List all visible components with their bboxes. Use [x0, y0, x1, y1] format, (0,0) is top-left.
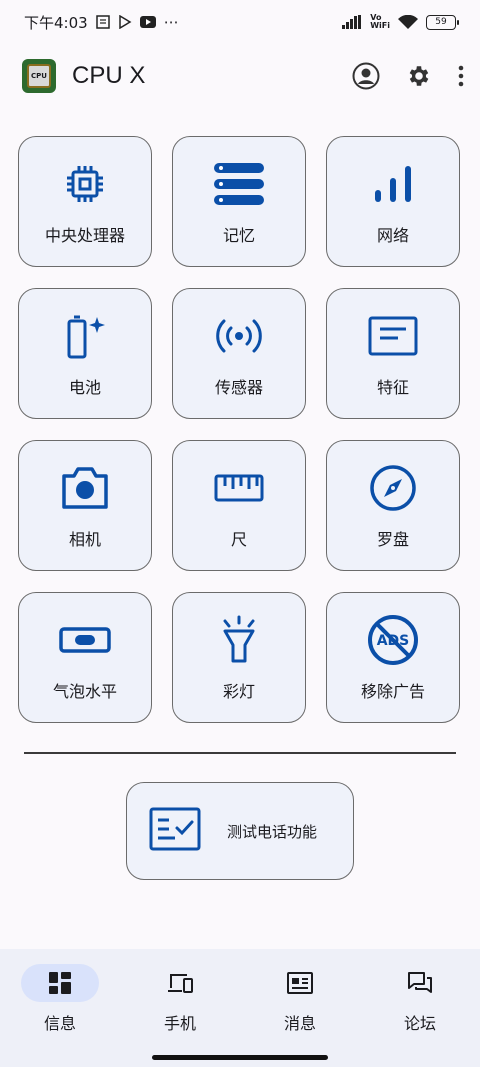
remove-ads-icon: ADS [367, 614, 419, 666]
test-phone-features-button[interactable]: 测试电话功能 [126, 782, 354, 880]
nav-label: 信息 [43, 1014, 76, 1033]
bubble-level-icon [59, 614, 111, 666]
notification-icon [95, 15, 110, 29]
tile-label: 移除广告 [360, 681, 425, 701]
checklist-icon [149, 807, 201, 855]
tile-compass[interactable]: 罗盘 [326, 440, 460, 571]
sensor-icon [213, 310, 265, 362]
account-button[interactable] [352, 62, 380, 90]
ruler-icon [213, 462, 265, 514]
tile-label: 特征 [376, 377, 409, 397]
tile-label: 彩灯 [222, 681, 255, 701]
tile-ruler[interactable]: 尺 [172, 440, 306, 571]
memory-icon [213, 158, 265, 210]
wifi-icon [398, 14, 418, 30]
settings-button[interactable] [406, 63, 432, 89]
gear-icon [409, 66, 429, 86]
status-time: 下午4:03 [24, 13, 88, 32]
tile-network[interactable]: 网络 [326, 136, 460, 267]
tile-label: 尺 [230, 529, 247, 549]
tile-label: 罗盘 [376, 529, 409, 549]
nav-info[interactable]: 信息 [0, 964, 120, 1034]
battery-icon [59, 310, 111, 362]
tile-camera[interactable]: 相机 [18, 440, 152, 571]
nav-forum[interactable]: 论坛 [360, 964, 480, 1034]
vowifi-indicator: Vo WiFi [370, 14, 390, 30]
more-notifications-icon: ⋯ [163, 13, 179, 31]
tile-label: 电池 [68, 377, 101, 397]
tile-label: 网络 [376, 225, 409, 245]
tile-feature[interactable]: 特征 [326, 288, 460, 419]
tile-memory[interactable]: 记忆 [172, 136, 306, 267]
tile-label: 中央处理器 [44, 225, 125, 245]
bottom-navigation: 信息 手机 消息 论坛 [0, 949, 480, 1067]
news-icon [287, 972, 313, 994]
tile-bubble-level[interactable]: 气泡水平 [18, 592, 152, 723]
overflow-menu-button[interactable] [458, 65, 464, 87]
vowifi-wifi: WiFi [370, 21, 390, 30]
cellular-signal-icon [342, 15, 362, 29]
forum-icon [408, 972, 432, 993]
tile-sensor[interactable]: 传感器 [172, 288, 306, 419]
app-logo-chip: CPU [27, 64, 51, 88]
devices-icon [168, 974, 193, 993]
play-store-icon [118, 15, 132, 29]
test-phone-features-label: 测试电话功能 [227, 822, 318, 841]
section-divider [24, 752, 456, 754]
app-logo: CPU [22, 59, 56, 93]
battery-indicator: 59 [426, 14, 459, 30]
feature-card-icon [367, 310, 419, 362]
feature-grid: 中央处理器 记忆 网络 电池 传感器 特征 相机 尺 罗盘 气泡水平 彩灯 移除… [18, 136, 462, 723]
account-icon [352, 62, 380, 90]
youtube-icon [139, 16, 156, 28]
compass-icon [367, 462, 419, 514]
tile-label: 记忆 [222, 225, 255, 245]
dashboard-icon [49, 972, 71, 994]
nav-phone[interactable]: 手机 [120, 964, 240, 1034]
tile-cpu[interactable]: 中央处理器 [18, 136, 152, 267]
home-indicator[interactable] [152, 1055, 328, 1060]
tile-battery[interactable]: 电池 [18, 288, 152, 419]
nav-label: 论坛 [403, 1014, 436, 1033]
flashlight-icon [213, 614, 265, 666]
nav-news[interactable]: 消息 [240, 964, 360, 1034]
tile-remove-ads[interactable]: ADS 移除广告 [326, 592, 460, 723]
network-signal-icon [367, 158, 419, 210]
tile-label: 传感器 [214, 377, 263, 397]
app-bar: CPU CPU X [0, 48, 480, 104]
tile-label: 相机 [68, 529, 101, 549]
tile-flashlight[interactable]: 彩灯 [172, 592, 306, 723]
nav-label: 消息 [283, 1014, 316, 1033]
status-bar: 下午4:03 ⋯ Vo WiFi 59 [0, 0, 480, 44]
cpu-icon [59, 158, 111, 210]
tile-label: 气泡水平 [52, 681, 117, 701]
more-vert-icon [458, 65, 464, 87]
nav-label: 手机 [163, 1014, 196, 1033]
camera-icon [59, 462, 111, 514]
app-title: CPU X [72, 62, 146, 89]
